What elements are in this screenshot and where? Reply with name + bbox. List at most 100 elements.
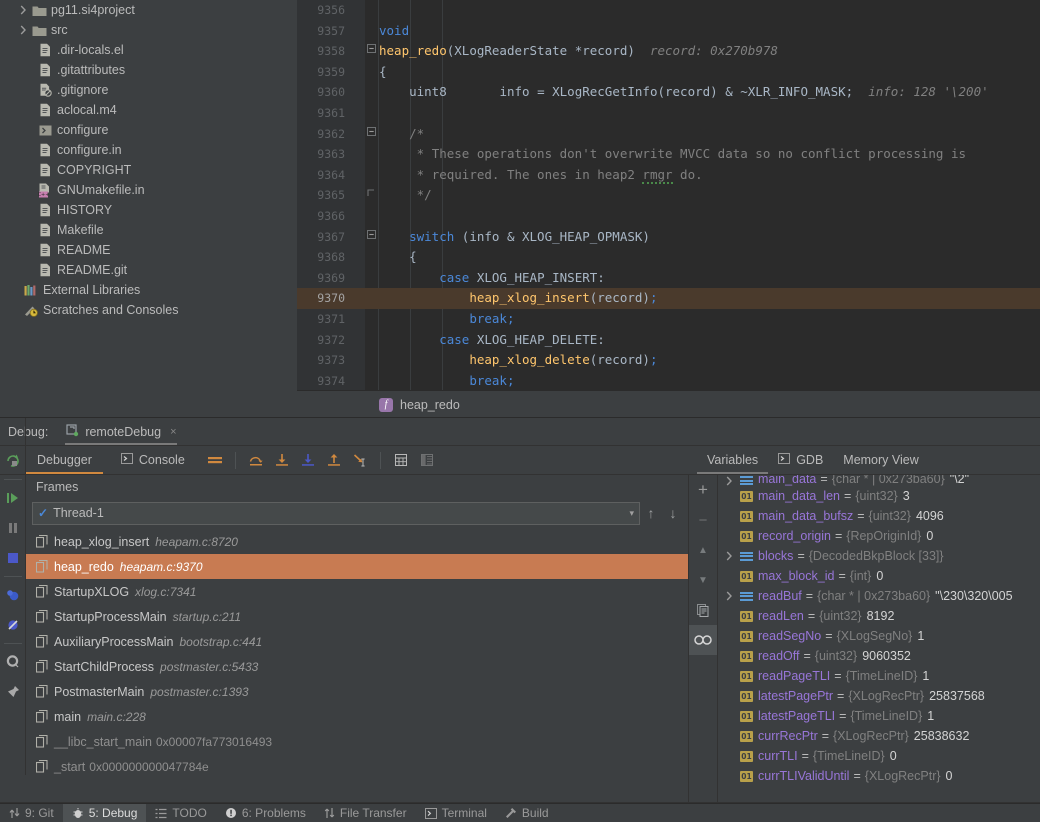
variable-row[interactable]: 01 readLen = {uint32} 8192 — [718, 606, 1040, 626]
expand-arrow-icon[interactable] — [722, 551, 736, 561]
frame-up-button[interactable]: ↑ — [640, 502, 662, 525]
frame-row[interactable]: heap_redo heapam.c:9370 — [26, 554, 688, 579]
statusbar-item-file-transfer[interactable]: File Transfer — [315, 804, 416, 822]
frame-down-button[interactable]: ↓ — [662, 502, 684, 525]
frame-row[interactable]: _start 0x000000000047784e — [26, 754, 688, 779]
tree-item--gitattributes[interactable]: .gitattributes — [0, 60, 297, 80]
code-line-9360[interactable]: 9360 uint8 info = XLogRecGetInfo(record)… — [297, 82, 1040, 103]
variable-row[interactable]: 01 main_data_len = {uint32} 3 — [718, 486, 1040, 506]
statusbar-item-terminal[interactable]: Terminal — [416, 804, 496, 822]
breadcrumb-label[interactable]: heap_redo — [400, 398, 460, 412]
move-watch-down-icon[interactable]: ▼ — [689, 565, 717, 595]
stop-icon[interactable] — [0, 543, 26, 573]
tree-item-external-libraries[interactable]: External Libraries — [0, 280, 297, 300]
code-line-9372[interactable]: 9372 case XLOG_HEAP_DELETE: — [297, 330, 1040, 351]
thread-dropdown[interactable]: ✓ Thread-1 ▾ — [32, 501, 640, 525]
chevron-right-icon[interactable] — [16, 25, 30, 35]
fold-collapse-icon[interactable] — [365, 124, 377, 145]
resume-program-icon[interactable] — [0, 483, 26, 513]
frame-row[interactable]: StartupXLOG xlog.c:7341 — [26, 579, 688, 604]
code-line-9363[interactable]: 9363 * These operations don't overwrite … — [297, 144, 1040, 165]
frame-row[interactable]: heap_xlog_insert heapam.c:8720 — [26, 529, 688, 554]
tab-memory-view[interactable]: Memory View — [833, 446, 928, 474]
statusbar-item-todo[interactable]: TODO — [146, 804, 215, 822]
add-watch-icon[interactable]: + — [689, 475, 717, 505]
variable-row[interactable]: 01 readSegNo = {XLogSegNo} 1 — [718, 626, 1040, 646]
tree-item-scratches-and-consoles[interactable]: Scratches and Consoles — [0, 300, 297, 320]
tab-console[interactable]: Console — [103, 446, 196, 474]
code-line-9359[interactable]: 9359 { — [297, 62, 1040, 83]
tree-item-aclocal-m4[interactable]: aclocal.m4 — [0, 100, 297, 120]
tree-item-copyright[interactable]: COPYRIGHT — [0, 160, 297, 180]
step-out-icon[interactable] — [321, 448, 347, 472]
tree-item-pg11-si4project[interactable]: pg11.si4project — [0, 0, 297, 20]
frame-row[interactable]: PostmasterMain postmaster.c:1393 — [26, 679, 688, 704]
frame-row[interactable]: __libc_start_main 0x00007fa773016493 — [26, 729, 688, 754]
tree-item-history[interactable]: HISTORY — [0, 200, 297, 220]
tree-item-configure-in[interactable]: configure.in — [0, 140, 297, 160]
code-line-9374[interactable]: 9374 break; — [297, 371, 1040, 390]
settings-icon[interactable] — [0, 647, 26, 677]
variable-row[interactable]: blocks = {DecodedBkpBlock [33]} — [718, 546, 1040, 566]
code-line-9358[interactable]: 9358 heap_redo(XLogReaderState *record) r… — [297, 41, 1040, 62]
chevron-right-icon[interactable] — [16, 5, 30, 15]
code-line-9366[interactable]: 9366 — [297, 206, 1040, 227]
evaluate-expression-icon[interactable] — [388, 448, 414, 472]
code-line-9367[interactable]: 9367 switch (info & XLOG_HEAP_OPMASK) — [297, 227, 1040, 248]
move-watch-up-icon[interactable]: ▲ — [689, 535, 717, 565]
statusbar-item-build[interactable]: Build — [496, 804, 558, 822]
variable-row[interactable]: 01 record_origin = {RepOriginId} 0 — [718, 526, 1040, 546]
statusbar-item-9-git[interactable]: 9: Git — [0, 804, 63, 822]
tree-item--gitignore[interactable]: .gitignore — [0, 80, 297, 100]
view-breakpoints-icon[interactable] — [0, 580, 26, 610]
tab-debugger[interactable]: Debugger — [26, 446, 103, 474]
variable-row[interactable]: main_data = {char * | 0x273ba60} "\2" — [718, 475, 1040, 486]
project-tree-panel[interactable]: pg11.si4project src .dir-locals.el .gitattr… — [0, 0, 297, 417]
pin-tab-icon[interactable] — [0, 677, 26, 707]
tab-variables[interactable]: Variables — [697, 446, 769, 474]
variable-row[interactable]: 01 latestPageTLI = {TimeLineID} 1 — [718, 706, 1040, 726]
expand-arrow-icon[interactable] — [722, 476, 736, 486]
step-into-icon[interactable] — [269, 448, 295, 472]
variable-row[interactable]: 01 main_data_bufsz = {uint32} 4096 — [718, 506, 1040, 526]
copy-value-icon[interactable] — [689, 595, 717, 625]
frame-row[interactable]: StartChildProcess postmaster.c:5433 — [26, 654, 688, 679]
variable-row[interactable]: 01 readPageTLI = {TimeLineID} 1 — [718, 666, 1040, 686]
code-line-9361[interactable]: 9361 — [297, 103, 1040, 124]
code-line-9356[interactable]: 9356 — [297, 0, 1040, 21]
variable-row[interactable]: 01 currTLI = {TimeLineID} 0 — [718, 746, 1040, 766]
run-to-cursor-icon[interactable] — [347, 448, 373, 472]
statusbar-item-5-debug[interactable]: 5: Debug — [62, 804, 147, 822]
code-line-9364[interactable]: 9364 * required. The ones in heap2 rmgr … — [297, 165, 1040, 186]
variable-row[interactable]: 01 readOff = {uint32} 9060352 — [718, 646, 1040, 666]
variable-row[interactable]: 01 currRecPtr = {XLogRecPtr} 25838632 — [718, 726, 1040, 746]
debug-session-tab[interactable]: remoteDebug × — [65, 418, 177, 445]
tree-item--dir-locals-el[interactable]: .dir-locals.el — [0, 40, 297, 60]
code-lines[interactable]: 9356 9357 void 9358 heap_redo(XLogReaderStat… — [297, 0, 1040, 390]
code-line-9371[interactable]: 9371 break; — [297, 309, 1040, 330]
step-over-icon[interactable] — [243, 448, 269, 472]
show-hide-frames-icon[interactable] — [414, 448, 440, 472]
code-line-9373[interactable]: 9373 heap_xlog_delete(record); — [297, 350, 1040, 371]
mute-breakpoints-icon[interactable] — [0, 610, 26, 640]
expand-arrow-icon[interactable] — [722, 591, 736, 601]
frame-row[interactable]: StartupProcessMain startup.c:211 — [26, 604, 688, 629]
code-line-9370[interactable]: 9370 heap_xlog_insert(record); — [297, 288, 1040, 309]
fold-end-icon[interactable] — [365, 185, 377, 206]
code-line-9369[interactable]: 9369 case XLOG_HEAP_INSERT: — [297, 268, 1040, 289]
chevron-down-icon[interactable]: ▾ — [629, 508, 634, 519]
fold-collapse-icon[interactable] — [365, 227, 377, 248]
code-line-9362[interactable]: 9362 /* — [297, 124, 1040, 145]
fold-collapse-icon[interactable] — [365, 41, 377, 62]
tree-item-readme[interactable]: README — [0, 240, 297, 260]
code-line-9368[interactable]: 9368 { — [297, 247, 1040, 268]
variable-row[interactable]: 01 max_block_id = {int} 0 — [718, 566, 1040, 586]
frame-row[interactable]: AuxiliaryProcessMain bootstrap.c:441 — [26, 629, 688, 654]
tree-item-makefile[interactable]: Makefile — [0, 220, 297, 240]
tree-item-gnumakefile-in[interactable]: C++ GNUmakefile.in — [0, 180, 297, 200]
variable-row[interactable]: 01 currTLIValidUntil = {XLogRecPtr} 0 — [718, 766, 1040, 786]
layout-settings-icon[interactable] — [202, 448, 228, 472]
variable-row[interactable]: readBuf = {char * | 0x273ba60} "\230\320\00… — [718, 586, 1040, 606]
force-step-into-icon[interactable] — [295, 448, 321, 472]
statusbar-item-6-problems[interactable]: 6: Problems — [216, 804, 315, 822]
